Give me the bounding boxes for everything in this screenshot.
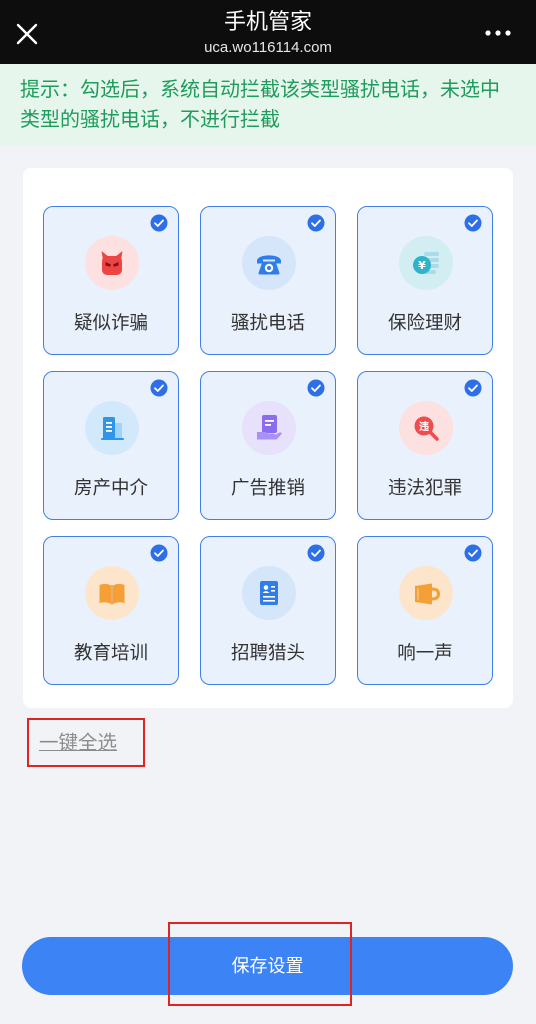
select-all-link[interactable]: 一键全选 bbox=[39, 731, 117, 755]
devil-icon bbox=[85, 236, 139, 290]
category-card: 疑似诈骗 骚扰电话 ¥ 保险理财 房产中介 广告推销 违 违法犯罪 教育培训 招… bbox=[23, 168, 513, 708]
category-tile-realestate[interactable]: 房产中介 bbox=[43, 371, 179, 520]
check-badge-icon bbox=[464, 379, 482, 397]
notice-text: 提示：勾选后，系统自动拦截该类型骚扰电话，未选中类型的骚扰电话，不进行拦截 bbox=[20, 79, 500, 131]
advert-icon bbox=[242, 401, 296, 455]
category-label: 响一声 bbox=[397, 642, 453, 663]
coin-icon: ¥ bbox=[399, 236, 453, 290]
book-icon bbox=[85, 566, 139, 620]
category-tile-recruit[interactable]: 招聘猎头 bbox=[200, 536, 336, 685]
category-tile-education[interactable]: 教育培训 bbox=[43, 536, 179, 685]
check-badge-icon bbox=[307, 544, 325, 562]
page-title: 手机管家 bbox=[223, 9, 312, 34]
check-badge-icon bbox=[464, 214, 482, 232]
check-badge-icon bbox=[150, 544, 168, 562]
building-icon bbox=[85, 401, 139, 455]
category-tile-insurance[interactable]: ¥ 保险理财 bbox=[357, 206, 493, 355]
category-label: 保险理财 bbox=[387, 312, 462, 333]
coin-glyph: ¥ bbox=[418, 259, 426, 272]
category-label: 广告推销 bbox=[230, 477, 305, 498]
category-label: 房产中介 bbox=[73, 477, 148, 498]
check-badge-icon bbox=[150, 214, 168, 232]
category-label: 骚扰电话 bbox=[230, 312, 305, 333]
category-label: 招聘猎头 bbox=[230, 642, 305, 663]
phone-icon bbox=[242, 236, 296, 290]
page-url: uca.wo116114.com bbox=[204, 39, 332, 56]
category-tile-harass[interactable]: 骚扰电话 bbox=[200, 206, 336, 355]
check-badge-icon bbox=[464, 544, 482, 562]
category-tile-oneping[interactable]: 响一声 bbox=[357, 536, 493, 685]
check-badge-icon bbox=[150, 379, 168, 397]
cup-icon bbox=[399, 566, 453, 620]
category-label: 教育培训 bbox=[73, 642, 148, 663]
notice-banner: 提示：勾选后，系统自动拦截该类型骚扰电话，未选中类型的骚扰电话，不进行拦截 bbox=[0, 64, 536, 146]
category-tile-advert[interactable]: 广告推销 bbox=[200, 371, 336, 520]
resume-icon bbox=[242, 566, 296, 620]
more-icon[interactable] bbox=[484, 26, 512, 40]
category-label: 违法犯罪 bbox=[387, 477, 462, 498]
magnifier-icon: 违 bbox=[399, 401, 453, 455]
category-grid: 疑似诈骗 骚扰电话 ¥ 保险理财 房产中介 广告推销 违 违法犯罪 教育培训 招… bbox=[43, 206, 493, 685]
save-settings-button[interactable]: 保存设置 bbox=[22, 937, 513, 995]
check-badge-icon bbox=[307, 214, 325, 232]
magnifier-glyph: 违 bbox=[419, 420, 429, 433]
check-badge-icon bbox=[307, 379, 325, 397]
category-label: 疑似诈骗 bbox=[73, 312, 148, 333]
category-tile-crime[interactable]: 违 违法犯罪 bbox=[357, 371, 493, 520]
top-bar: 手机管家 uca.wo116114.com bbox=[0, 0, 536, 64]
category-tile-fraud[interactable]: 疑似诈骗 bbox=[43, 206, 179, 355]
